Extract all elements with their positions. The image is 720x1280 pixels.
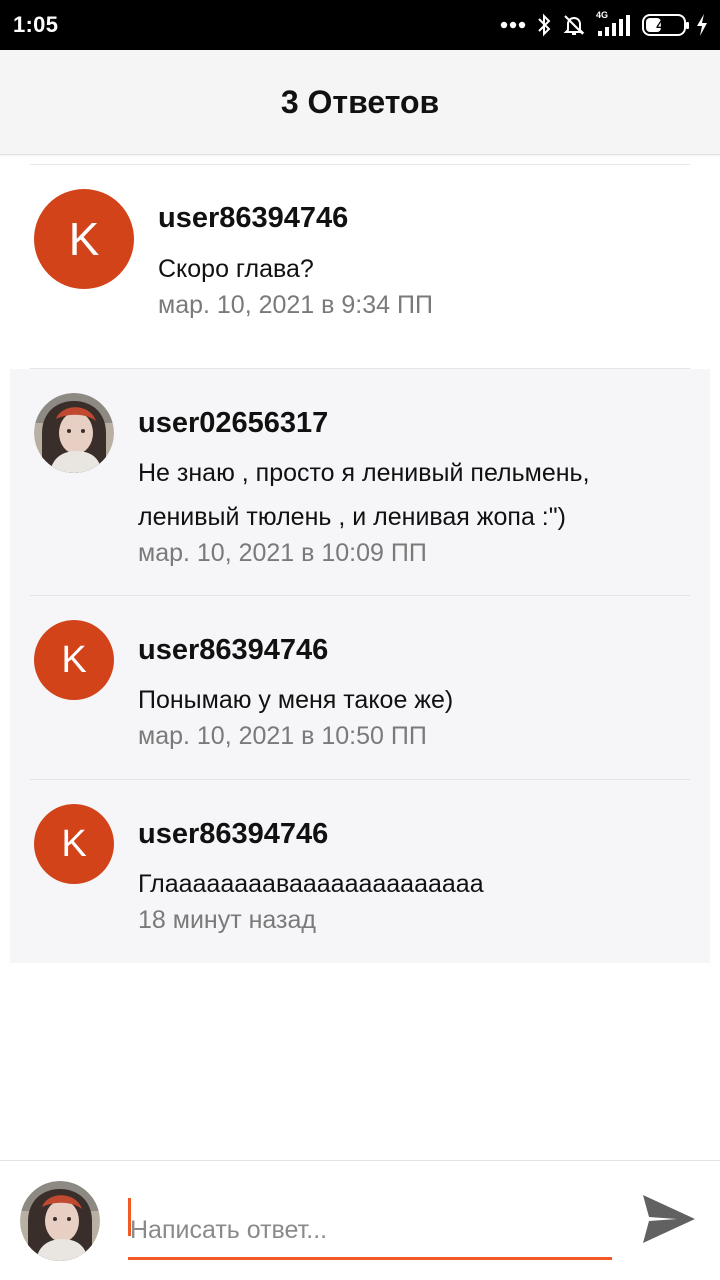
- charging-bolt-icon: [696, 14, 708, 36]
- header: 3 Ответов: [0, 50, 720, 155]
- reply-composer: [0, 1160, 720, 1280]
- reply-input[interactable]: [128, 1199, 612, 1261]
- bluetooth-icon: [536, 13, 552, 37]
- current-user-avatar: [20, 1181, 100, 1261]
- battery-icon: 43: [642, 14, 689, 36]
- comment-text: Скоро глава?: [158, 255, 314, 283]
- status-icons: 4G 43: [500, 10, 708, 37]
- network-type: 4G: [596, 10, 609, 20]
- reply-text: Понымаю у меня такое же): [138, 686, 454, 714]
- reply-timestamp: мар. 10, 2021 в 10:09 ПП: [138, 539, 427, 567]
- status-bar: 1:05 4G 43: [0, 0, 720, 50]
- avatar[interactable]: K: [34, 189, 134, 289]
- avatar-letter: K: [34, 620, 114, 700]
- signal-icon: 4G: [596, 10, 632, 37]
- avatar[interactable]: [34, 393, 114, 473]
- send-icon: [641, 1193, 697, 1250]
- status-time: 1:05: [13, 12, 59, 37]
- reply-text: ленивый тюлень , и ленивая жопа :"): [138, 503, 566, 531]
- avatar-photo: [34, 393, 114, 473]
- avatar-letter: K: [34, 189, 134, 289]
- send-button[interactable]: [638, 1191, 700, 1251]
- avatar[interactable]: K: [34, 620, 114, 700]
- reply-timestamp: мар. 10, 2021 в 10:50 ПП: [138, 722, 427, 750]
- text-cursor: [128, 1198, 131, 1236]
- reply-username[interactable]: user86394746: [138, 818, 328, 851]
- bell-off-icon: [562, 13, 586, 37]
- more-dots-icon: [500, 21, 526, 29]
- reply-text: Не знаю , просто я ленивый пельмень,: [138, 459, 590, 487]
- avatar-photo: [20, 1181, 100, 1261]
- reply-text: Глааааааааваааааааааааааа: [138, 870, 484, 898]
- page-title: 3 Ответов: [280, 83, 440, 120]
- reply-username[interactable]: user02656317: [138, 407, 328, 440]
- reply-item: user02656317 Не знаю , просто я ленивый …: [10, 369, 710, 595]
- avatar-letter: K: [34, 804, 114, 884]
- reply-item: K user86394746 Понымаю у меня такое же) …: [10, 596, 710, 779]
- comment-username[interactable]: user86394746: [158, 202, 348, 235]
- avatar[interactable]: K: [34, 804, 114, 884]
- app-screen: 1:05 4G 43 3 Ответов K user86394746 Скор…: [0, 0, 720, 1280]
- main-comment: K user86394746 Скоро глава? мар. 10, 202…: [0, 165, 720, 368]
- comment-timestamp: мар. 10, 2021 в 9:34 ПП: [158, 291, 433, 319]
- replies-list: user02656317 Не знаю , просто я ленивый …: [10, 369, 710, 963]
- reply-timestamp: 18 минут назад: [138, 906, 316, 934]
- battery-level: 43: [656, 17, 672, 33]
- input-underline: [128, 1257, 612, 1260]
- reply-item: K user86394746 Глааааааааваааааааааааааа…: [10, 780, 710, 963]
- reply-username[interactable]: user86394746: [138, 634, 328, 667]
